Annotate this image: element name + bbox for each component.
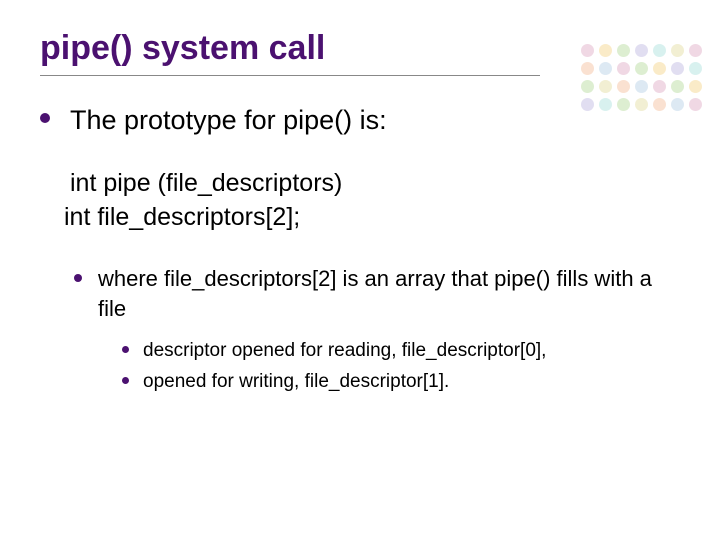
code-line: int file_descriptors[2]; <box>64 201 680 235</box>
code-block: int pipe (file_descriptors) int file_des… <box>64 167 680 235</box>
slide: pipe() system call The prototype for pip… <box>0 0 720 540</box>
bullet-text: descriptor opened for reading, file_desc… <box>143 338 546 364</box>
bullet-text: where file_descriptors[2] is an array th… <box>98 264 680 323</box>
decorative-dots <box>581 44 702 111</box>
bullet-level3: opened for writing, file_descriptor[1]. <box>122 369 680 395</box>
bullet-text: The prototype for pipe() is: <box>70 102 387 138</box>
bullet-level3: descriptor opened for reading, file_desc… <box>122 338 680 364</box>
bullet-level2: where file_descriptors[2] is an array th… <box>74 264 680 323</box>
code-line: int pipe (file_descriptors) <box>70 167 680 201</box>
bullet-icon <box>122 346 129 353</box>
title-divider <box>40 75 540 76</box>
bullet-icon <box>74 274 82 282</box>
bullet-icon <box>122 377 129 384</box>
bullet-text: opened for writing, file_descriptor[1]. <box>143 369 449 395</box>
bullet-icon <box>40 113 50 123</box>
